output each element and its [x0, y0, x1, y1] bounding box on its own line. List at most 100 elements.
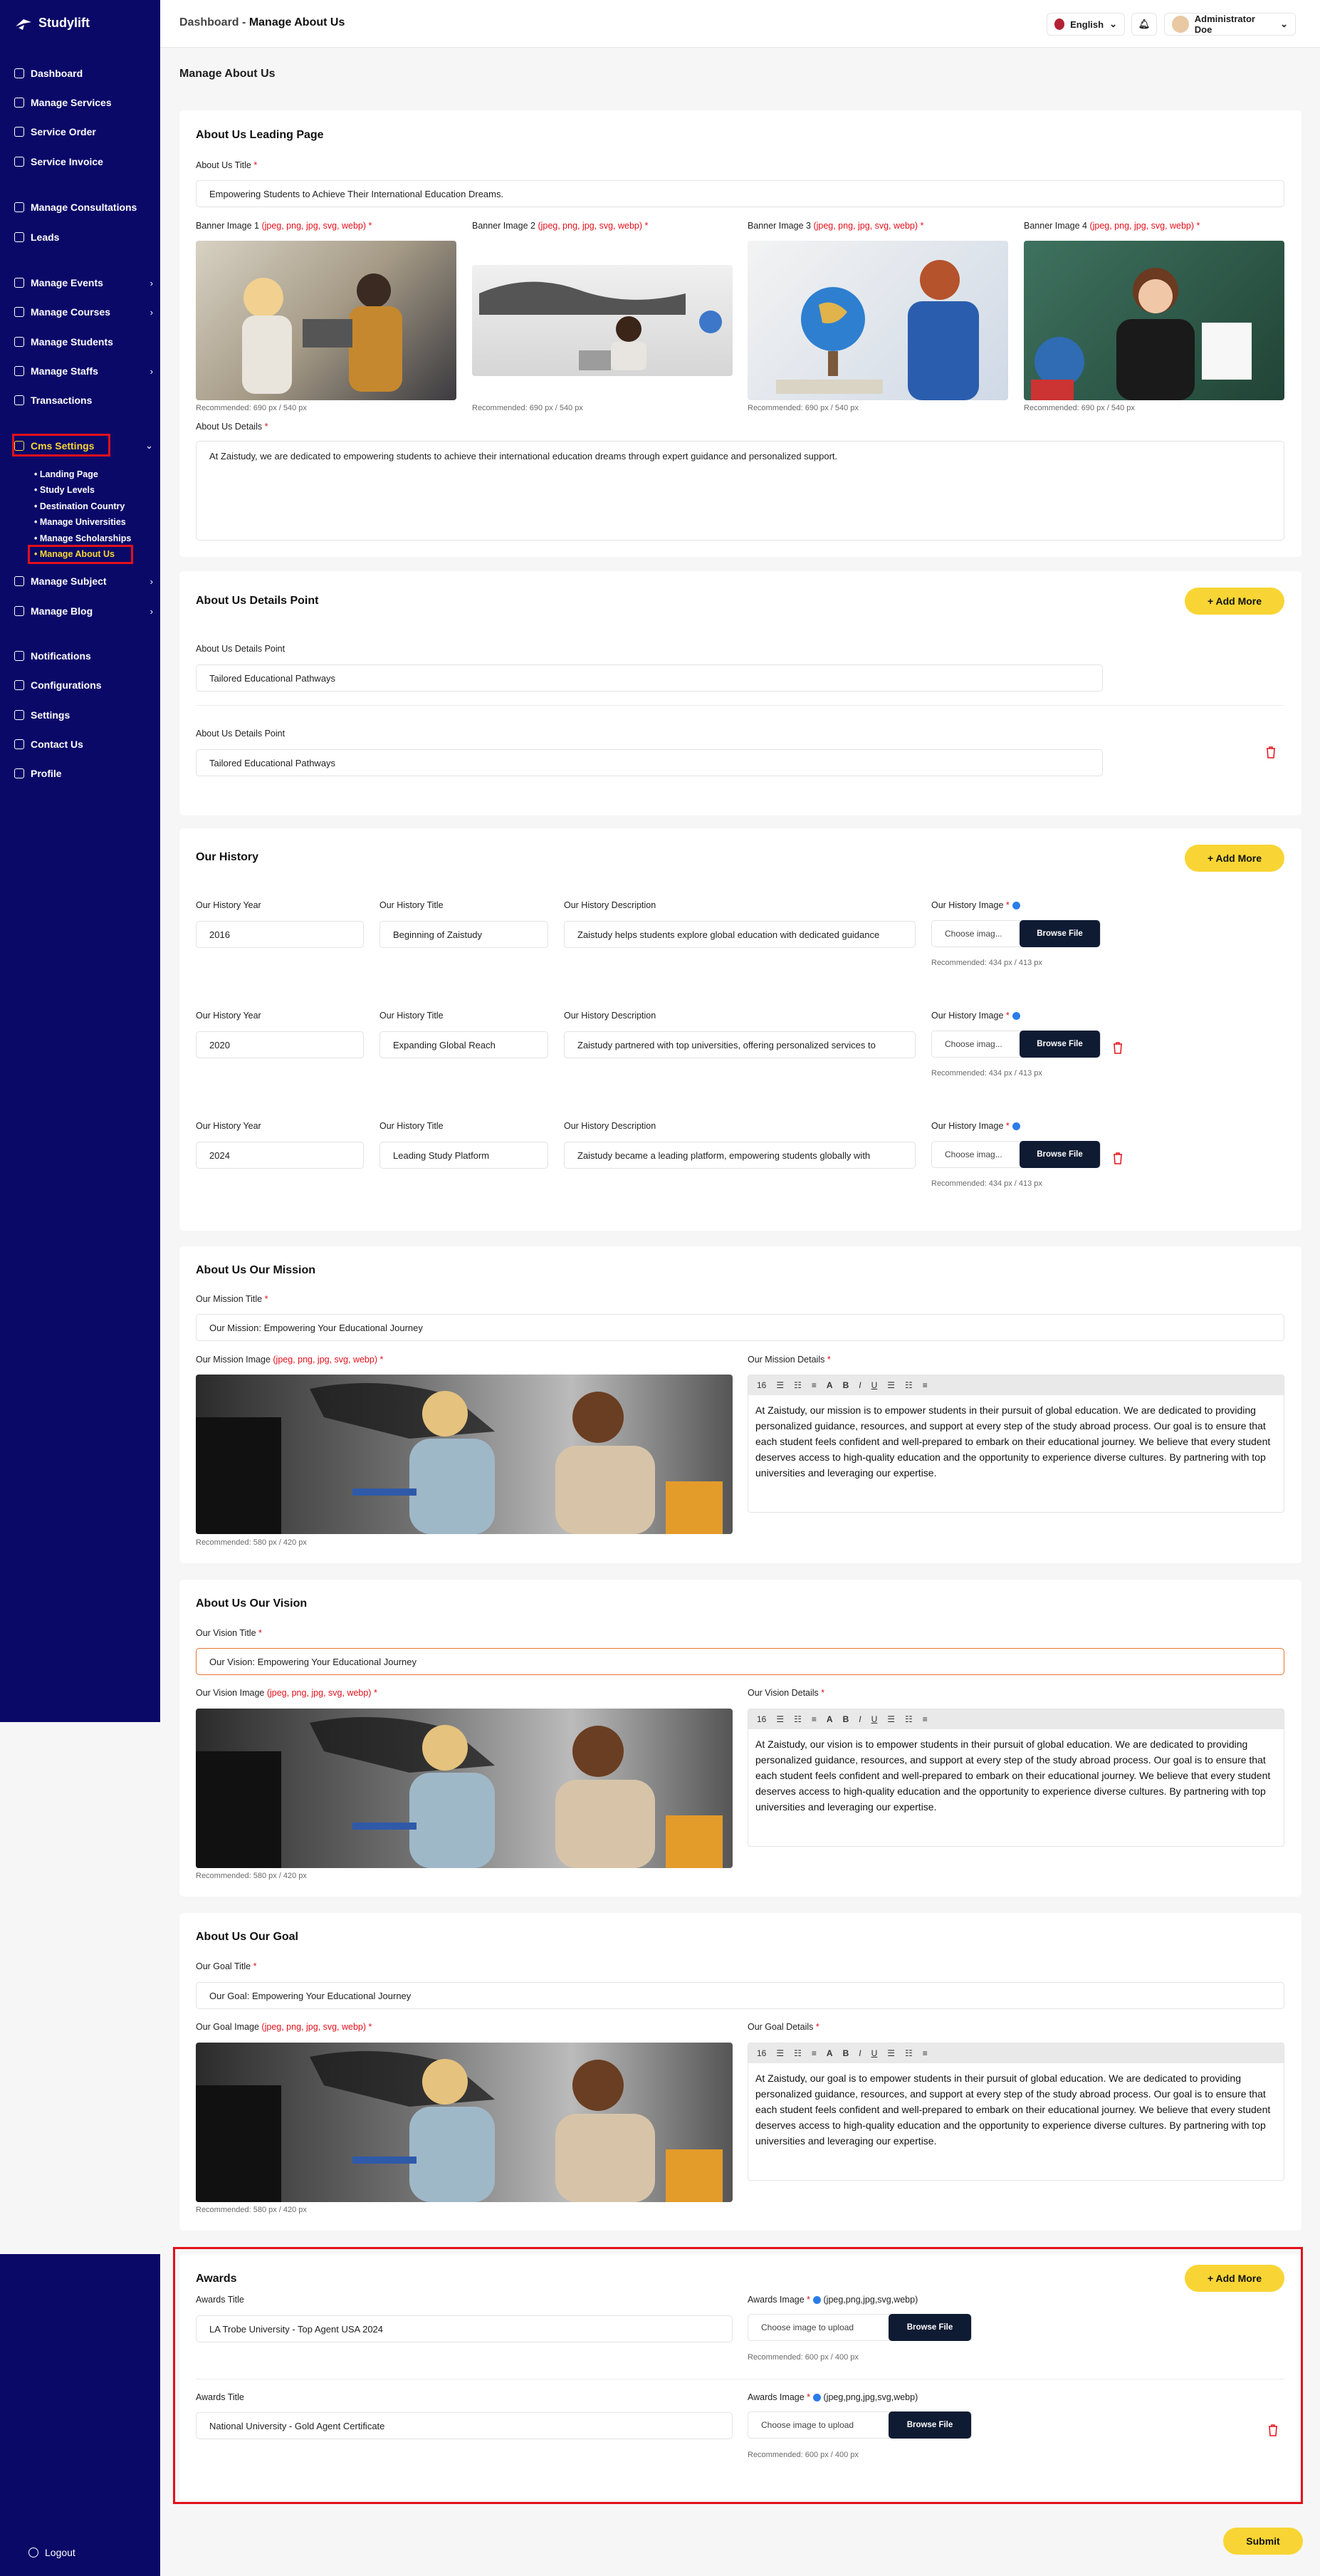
app-logo[interactable]: Studylift: [14, 16, 90, 31]
banner-image-1[interactable]: [196, 241, 456, 400]
cms-sub-landing-page[interactable]: Landing Page: [34, 469, 98, 479]
sidebar-item-notifications[interactable]: Notifications: [14, 650, 153, 662]
user-menu[interactable]: Administrator Doe ⌄: [1164, 13, 1296, 36]
paragraph-icon[interactable]: ≡: [923, 2048, 928, 2058]
ordered-list-icon[interactable]: ☷: [794, 2048, 802, 2058]
font-size-select[interactable]: 16: [757, 2048, 766, 2058]
sidebar-item-settings[interactable]: Settings: [14, 709, 153, 721]
cms-sub-destination-country[interactable]: Destination Country: [34, 501, 125, 511]
banner-image-4[interactable]: [1024, 241, 1284, 400]
vision-details-editor[interactable]: 16 ☰ ☷ ≡ A B I U ☰ ☷ ≡ At Zaistudy, our vision is …: [748, 1709, 1284, 1847]
delete-award-2-icon[interactable]: [1267, 2424, 1279, 2436]
underline-icon[interactable]: U: [871, 2048, 878, 2058]
history-1-desc-input[interactable]: Zaistudy helps students explore global e…: [564, 921, 916, 948]
mission-details-editor[interactable]: 16 ☰ ☷ ≡ A B I U ☰ ☷ ≡ At Zaistudy, our mission is…: [748, 1375, 1284, 1513]
logout-button[interactable]: Logout: [28, 2547, 167, 2558]
vision-image[interactable]: [196, 1709, 733, 1868]
ordered-list-icon[interactable]: ☷: [794, 1380, 802, 1390]
sidebar-item-contact-us[interactable]: Contact Us: [14, 739, 153, 750]
cms-sub-manage-scholarships[interactable]: Manage Scholarships: [34, 533, 132, 543]
font-size-select[interactable]: 16: [757, 1714, 766, 1724]
align-icon[interactable]: ≡: [812, 2048, 817, 2058]
sidebar-item-manage-blog[interactable]: Manage Blog ›: [14, 605, 153, 617]
sidebar-item-manage-staffs[interactable]: Manage Staffs ›: [14, 365, 153, 377]
sidebar-item-manage-subject[interactable]: Manage Subject ›: [14, 575, 153, 587]
paragraph-icon[interactable]: ≡: [923, 1714, 928, 1724]
underline-icon[interactable]: U: [871, 1380, 878, 1390]
delete-history-2-icon[interactable]: [1112, 1041, 1123, 1054]
vision-title-input[interactable]: Our Vision: Empowering Your Educational …: [196, 1648, 1284, 1675]
goal-image[interactable]: [196, 2043, 733, 2202]
text-color-icon[interactable]: A: [827, 2048, 833, 2058]
history-2-desc-input[interactable]: Zaistudy partnered with top universities…: [564, 1031, 916, 1058]
banner-image-3[interactable]: [748, 241, 1008, 400]
sidebar-item-service-order[interactable]: Service Order: [14, 126, 153, 137]
history-3-desc-input[interactable]: Zaistudy became a leading platform, empo…: [564, 1142, 916, 1169]
history-2-year-input[interactable]: 2020: [196, 1031, 364, 1058]
about-title-input[interactable]: Empowering Students to Achieve Their Int…: [196, 180, 1284, 207]
sidebar-item-service-invoice[interactable]: Service Invoice: [14, 156, 153, 167]
history-add-more-button[interactable]: + Add More: [1185, 845, 1284, 872]
history-2-browse-button[interactable]: Browse File: [1020, 1031, 1100, 1058]
align-icon[interactable]: ≡: [812, 1714, 817, 1724]
cms-sub-study-levels[interactable]: Study Levels: [34, 485, 95, 495]
sidebar-item-dashboard[interactable]: Dashboard: [14, 68, 153, 79]
bold-icon[interactable]: B: [843, 1714, 849, 1724]
cms-sub-manage-about-us[interactable]: Manage About Us: [34, 549, 115, 559]
ordered-list-icon[interactable]: ☷: [794, 1714, 802, 1724]
bold-icon[interactable]: B: [843, 1380, 849, 1390]
point-1-input[interactable]: Tailored Educational Pathways: [196, 664, 1103, 692]
sidebar-item-manage-consultations[interactable]: Manage Consultations: [14, 202, 153, 213]
goal-title-input[interactable]: Our Goal: Empowering Your Educational Jo…: [196, 1982, 1284, 2009]
sidebar-item-cms-settings[interactable]: Cms Settings ⌄: [14, 440, 153, 452]
delete-point-2-icon[interactable]: [1265, 746, 1277, 758]
cms-sub-manage-universities[interactable]: Manage Universities: [34, 517, 126, 527]
banner-image-2[interactable]: [472, 265, 733, 376]
list-icon[interactable]: ☰: [776, 2048, 784, 2058]
history-3-year-input[interactable]: 2024: [196, 1142, 364, 1169]
sidebar-item-transactions[interactable]: Transactions: [14, 395, 153, 406]
italic-icon[interactable]: I: [859, 2048, 861, 2058]
awards-add-more-button[interactable]: + Add More: [1185, 2265, 1284, 2292]
language-select[interactable]: English ⌄: [1047, 13, 1125, 36]
italic-icon[interactable]: I: [859, 1714, 861, 1724]
font-size-select[interactable]: 16: [757, 1380, 766, 1390]
sidebar-item-manage-services[interactable]: Manage Services: [14, 97, 153, 108]
mission-title-input[interactable]: Our Mission: Empowering Your Educational…: [196, 1314, 1284, 1341]
points-add-more-button[interactable]: + Add More: [1185, 588, 1284, 615]
paragraph-icon[interactable]: ≡: [923, 1380, 928, 1390]
award-2-browse-button[interactable]: Browse File: [889, 2411, 971, 2439]
history-3-title-input[interactable]: Leading Study Platform: [379, 1142, 548, 1169]
sidebar-item-leads[interactable]: Leads: [14, 231, 153, 243]
mission-image[interactable]: [196, 1375, 733, 1534]
bold-icon[interactable]: B: [843, 2048, 849, 2058]
point-2-input[interactable]: Tailored Educational Pathways: [196, 749, 1103, 776]
award-2-title-input[interactable]: National University - Gold Agent Certifi…: [196, 2412, 733, 2439]
breadcrumb-parent[interactable]: Dashboard: [179, 16, 239, 28]
submit-button[interactable]: Submit: [1223, 2528, 1303, 2555]
text-color-icon[interactable]: A: [827, 1714, 833, 1724]
bullet-list-icon[interactable]: ☰: [887, 2048, 895, 2058]
history-1-browse-button[interactable]: Browse File: [1020, 920, 1100, 947]
sidebar-item-configurations[interactable]: Configurations: [14, 679, 153, 691]
history-3-browse-button[interactable]: Browse File: [1020, 1141, 1100, 1168]
numbered-list-icon[interactable]: ☷: [905, 2048, 913, 2058]
delete-history-3-icon[interactable]: [1112, 1152, 1123, 1164]
about-details-textarea[interactable]: At Zaistudy, we are dedicated to empower…: [196, 441, 1284, 541]
align-icon[interactable]: ≡: [812, 1380, 817, 1390]
award-1-browse-button[interactable]: Browse File: [889, 2314, 971, 2341]
list-icon[interactable]: ☰: [776, 1714, 784, 1724]
sidebar-item-manage-events[interactable]: Manage Events ›: [14, 277, 153, 288]
text-color-icon[interactable]: A: [827, 1380, 833, 1390]
bullet-list-icon[interactable]: ☰: [887, 1380, 895, 1390]
history-1-title-input[interactable]: Beginning of Zaistudy: [379, 921, 548, 948]
goal-details-editor[interactable]: 16 ☰ ☷ ≡ A B I U ☰ ☷ ≡ At Zaistudy, our goal is to…: [748, 2043, 1284, 2181]
italic-icon[interactable]: I: [859, 1380, 861, 1390]
sidebar-item-manage-students[interactable]: Manage Students: [14, 336, 153, 348]
list-icon[interactable]: ☰: [776, 1380, 784, 1390]
numbered-list-icon[interactable]: ☷: [905, 1380, 913, 1390]
history-2-title-input[interactable]: Expanding Global Reach: [379, 1031, 548, 1058]
underline-icon[interactable]: U: [871, 1714, 878, 1724]
sidebar-item-manage-courses[interactable]: Manage Courses ›: [14, 306, 153, 318]
bullet-list-icon[interactable]: ☰: [887, 1714, 895, 1724]
